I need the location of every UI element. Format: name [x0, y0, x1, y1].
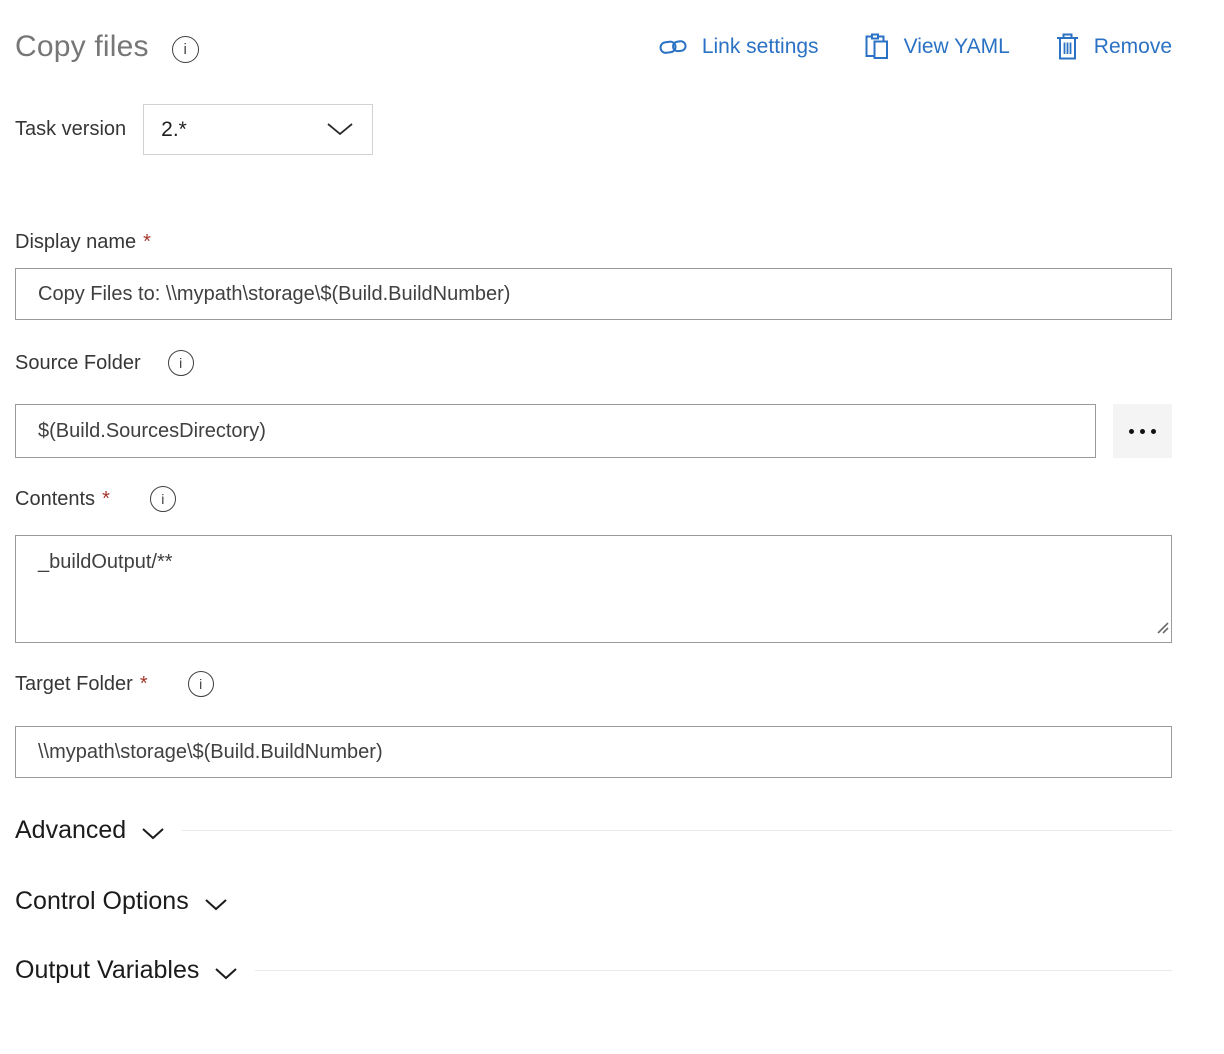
chevron-down-icon	[141, 827, 165, 840]
target-folder-info-icon[interactable]: i	[188, 671, 214, 697]
contents-textarea[interactable]: _buildOutput/**	[15, 535, 1172, 643]
section-divider	[255, 970, 1172, 971]
browse-ellipsis-button[interactable]	[1113, 404, 1172, 458]
page-title: Copy files	[15, 30, 149, 64]
contents-info-icon[interactable]: i	[150, 486, 176, 512]
source-folder-label: Source Folder i	[15, 350, 1172, 376]
source-folder-row	[15, 404, 1172, 458]
link-settings-label: Link settings	[702, 35, 819, 59]
clipboard-icon	[863, 32, 891, 62]
contents-label-text: Contents	[15, 488, 95, 511]
required-asterisk: *	[102, 488, 110, 511]
link-icon	[659, 35, 689, 59]
source-folder-input[interactable]	[15, 404, 1096, 458]
task-version-row: Task version 2.*	[15, 104, 1172, 155]
section-output-variables-label: Output Variables	[15, 956, 199, 985]
view-yaml-label: View YAML	[904, 35, 1010, 59]
task-version-label: Task version	[15, 118, 126, 141]
link-settings-button[interactable]: Link settings	[659, 35, 819, 59]
section-advanced-label: Advanced	[15, 816, 126, 845]
target-folder-label: Target Folder * i	[15, 671, 1172, 697]
task-config-panel: Copy files i Link settings	[0, 0, 1224, 985]
source-folder-info-icon[interactable]: i	[168, 350, 194, 376]
ellipsis-dot	[1140, 429, 1145, 434]
section-advanced-row: Advanced	[15, 816, 1172, 845]
ellipsis-dot	[1129, 429, 1134, 434]
section-output-variables-row: Output Variables	[15, 956, 1172, 985]
required-asterisk: *	[140, 673, 148, 696]
view-yaml-button[interactable]: View YAML	[863, 32, 1010, 62]
section-advanced-toggle[interactable]: Advanced	[15, 816, 165, 845]
target-folder-input[interactable]	[15, 726, 1172, 778]
target-folder-label-text: Target Folder	[15, 673, 133, 696]
header-actions: Link settings View YAML	[659, 32, 1172, 62]
source-folder-label-text: Source Folder	[15, 352, 141, 375]
chevron-down-icon	[326, 118, 354, 142]
remove-button[interactable]: Remove	[1054, 32, 1172, 62]
contents-label: Contents * i	[15, 486, 1172, 512]
section-divider	[182, 830, 1172, 831]
section-control-options-toggle[interactable]: Control Options	[15, 887, 228, 916]
chevron-down-icon	[214, 967, 238, 980]
section-output-variables-toggle[interactable]: Output Variables	[15, 956, 238, 985]
ellipsis-dot	[1151, 429, 1156, 434]
trash-icon	[1054, 32, 1081, 62]
required-asterisk: *	[143, 231, 151, 254]
display-name-label: Display name *	[15, 231, 1172, 254]
display-name-label-text: Display name	[15, 231, 136, 254]
chevron-down-icon	[204, 898, 228, 911]
section-control-options-row: Control Options	[15, 887, 1172, 916]
task-version-dropdown[interactable]: 2.*	[143, 104, 373, 155]
contents-textarea-wrap: _buildOutput/**	[15, 535, 1172, 643]
task-version-value: 2.*	[161, 118, 187, 142]
remove-label: Remove	[1094, 35, 1172, 59]
header: Copy files i Link settings	[15, 30, 1172, 64]
title-group: Copy files i	[15, 30, 199, 64]
resize-grip[interactable]	[1155, 620, 1169, 639]
section-control-options-label: Control Options	[15, 887, 189, 916]
display-name-input[interactable]	[15, 268, 1172, 320]
task-info-icon[interactable]: i	[172, 36, 199, 63]
